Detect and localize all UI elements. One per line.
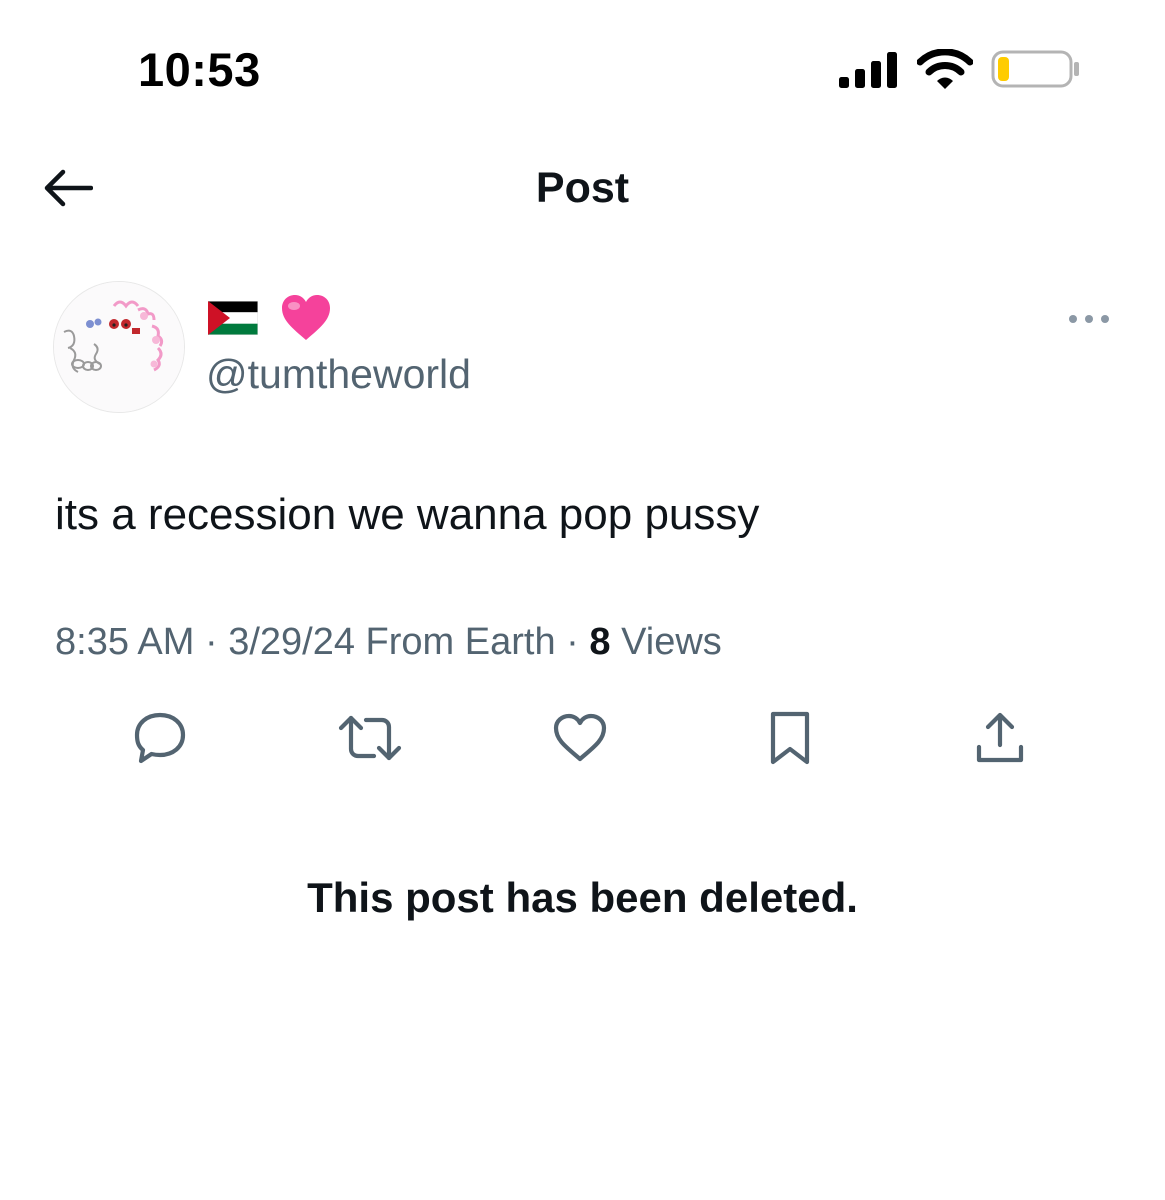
views-label[interactable]: Views xyxy=(611,621,722,663)
post-actions xyxy=(0,706,1165,770)
bookmark-icon xyxy=(770,711,810,765)
author-handle[interactable]: @tumtheworld xyxy=(206,348,471,400)
pink-heart-icon xyxy=(282,295,330,340)
like-button[interactable] xyxy=(548,706,612,770)
reply-icon xyxy=(134,712,186,764)
status-time: 10:53 xyxy=(138,43,261,96)
avatar[interactable] xyxy=(53,281,185,413)
display-name[interactable] xyxy=(208,292,332,344)
post-source: From Earth xyxy=(355,621,556,663)
wifi-icon xyxy=(917,49,973,89)
deleted-notice: This post has been deleted. xyxy=(307,874,858,921)
meta-separator: · xyxy=(555,621,590,663)
share-icon xyxy=(976,712,1024,763)
post-date: 3/29/24 xyxy=(228,621,355,663)
bookmark-button[interactable] xyxy=(758,706,822,770)
post-text: its a recession we wanna pop pussy xyxy=(55,490,760,539)
like-icon xyxy=(553,713,607,762)
signal-icon xyxy=(839,52,897,88)
page-title: Post xyxy=(535,164,630,212)
avatar-image xyxy=(54,282,184,412)
post-meta: 8:35 AM · 3/29/24 From Earth · 8 Views xyxy=(55,616,722,668)
share-button[interactable] xyxy=(968,706,1032,770)
views-count[interactable]: 8 xyxy=(589,621,610,663)
more-options-icon[interactable] xyxy=(1064,303,1114,335)
reply-button[interactable] xyxy=(128,706,192,770)
meta-separator: · xyxy=(194,621,229,663)
repost-icon xyxy=(338,715,402,761)
battery-icon xyxy=(991,50,1079,88)
repost-button[interactable] xyxy=(338,706,402,770)
post-time: 8:35 AM xyxy=(55,621,195,663)
palestine-flag-icon xyxy=(208,301,258,335)
